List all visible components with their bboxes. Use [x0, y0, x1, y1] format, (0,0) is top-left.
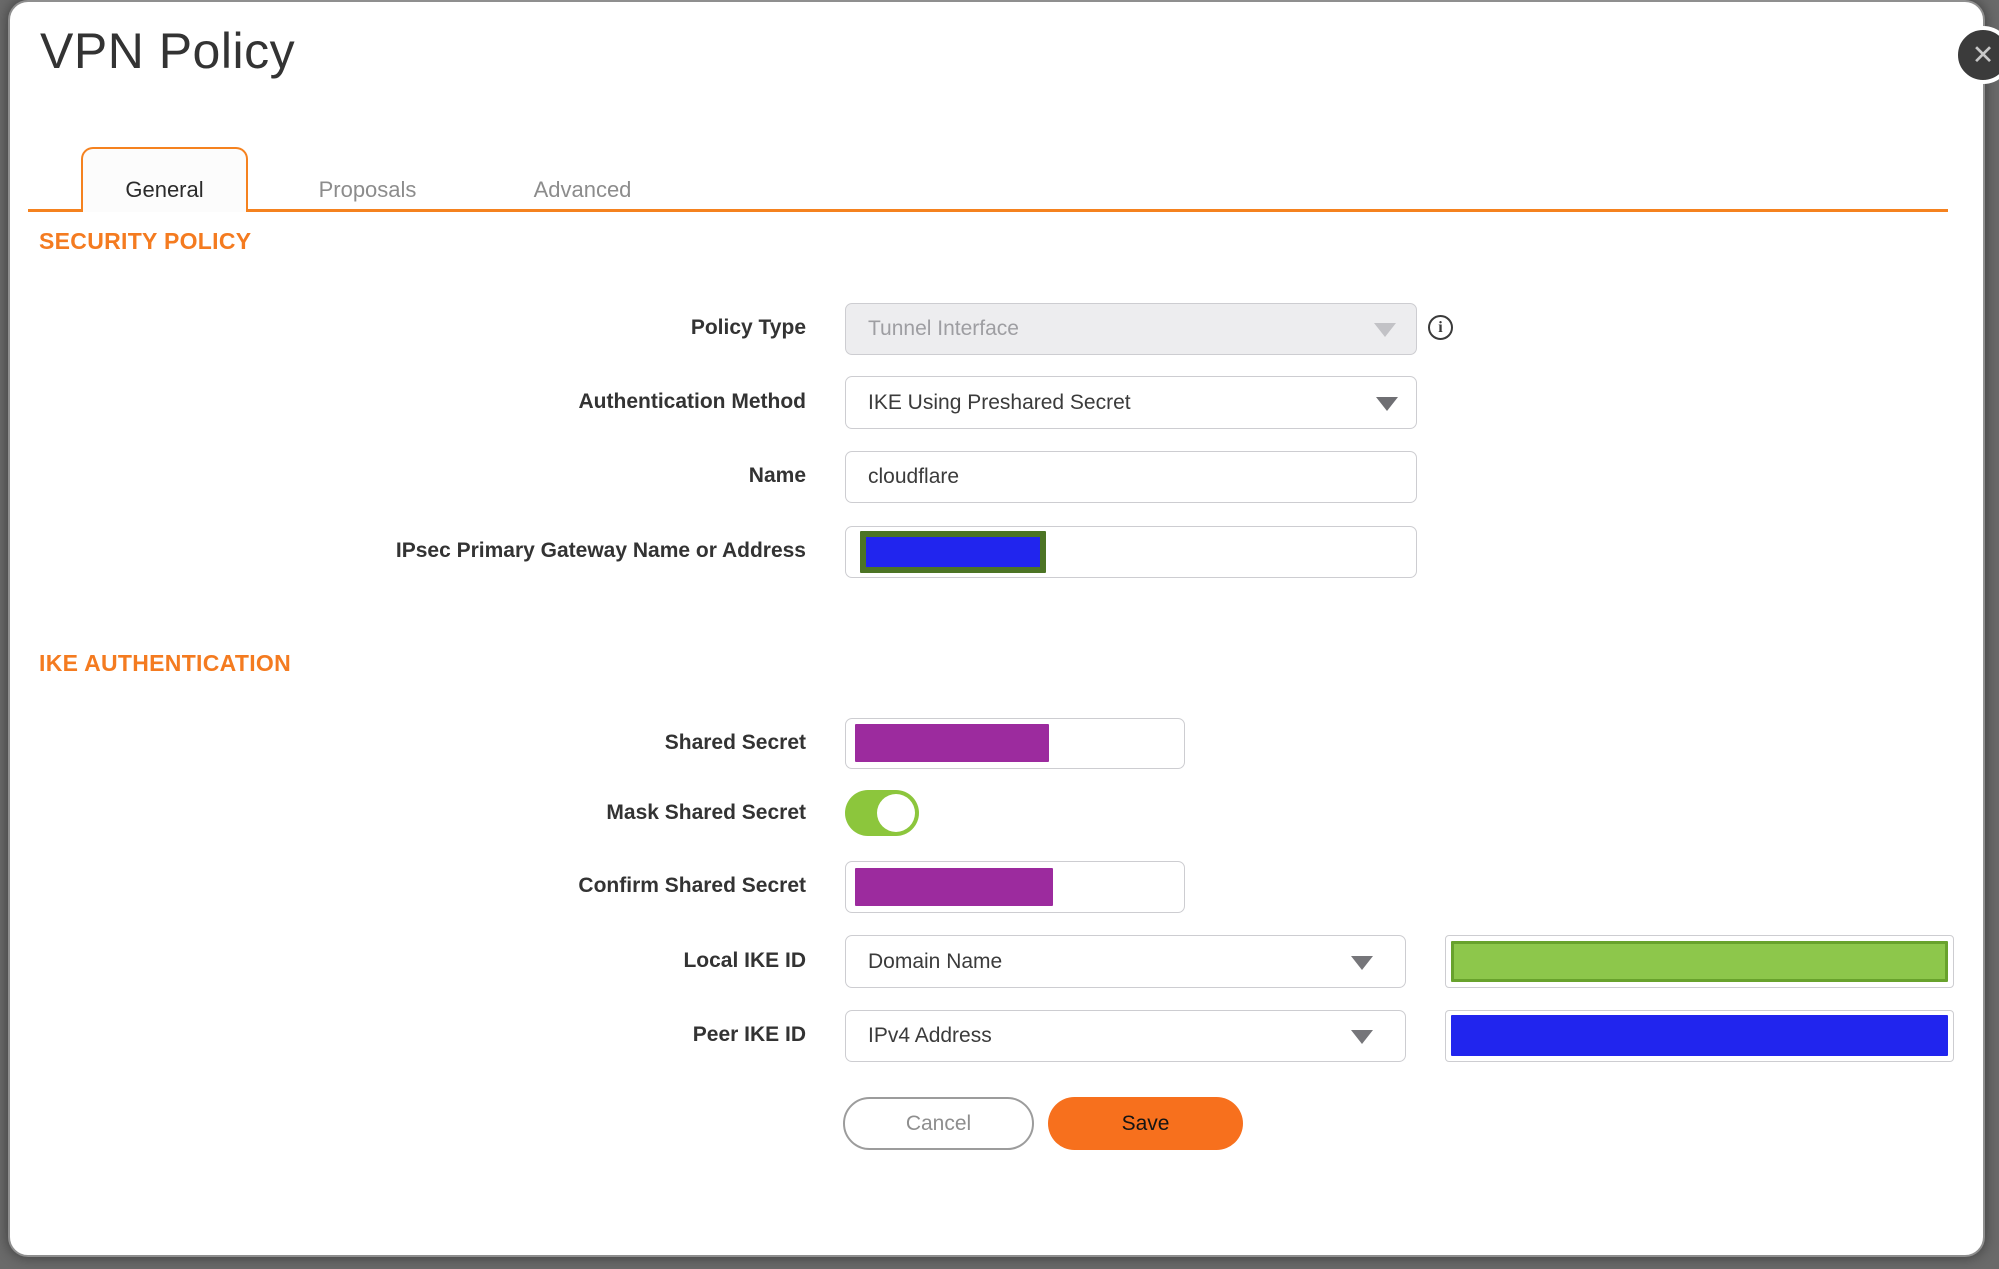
toggle-knob [877, 794, 915, 832]
info-icon[interactable]: i [1428, 315, 1453, 340]
save-button-label: Save [1121, 1111, 1170, 1135]
section-heading-security-policy: SECURITY POLICY [39, 228, 252, 254]
tab-advanced[interactable]: Advanced [499, 147, 666, 212]
name-input[interactable]: cloudflare [845, 451, 1417, 503]
mask-shared-secret-label: Mask Shared Secret [606, 801, 806, 824]
gateway-label: IPsec Primary Gateway Name or Address [395, 539, 806, 562]
cancel-button-label: Cancel [905, 1111, 972, 1135]
policy-type-label: Policy Type [690, 316, 806, 339]
gateway-redaction-box [860, 531, 1046, 573]
close-icon: ✕ [1971, 39, 1995, 70]
policy-type-select: Tunnel Interface [845, 303, 1417, 355]
confirm-shared-secret-label: Confirm Shared Secret [578, 874, 806, 897]
chevron-down-icon [1376, 397, 1398, 411]
tab-proposals[interactable]: Proposals [284, 147, 451, 212]
authentication-method-select[interactable]: IKE Using Preshared Secret [845, 376, 1417, 429]
save-button[interactable]: Save [1048, 1097, 1243, 1150]
local-ike-id-type: Domain Name [868, 949, 1003, 973]
confirm-shared-secret-redaction-box [855, 868, 1053, 906]
name-value: cloudflare [868, 465, 960, 488]
authentication-method-value: IKE Using Preshared Secret [868, 390, 1131, 414]
tab-general[interactable]: General [81, 147, 248, 212]
shared-secret-label: Shared Secret [664, 731, 806, 754]
tab-advanced-label: Advanced [533, 177, 632, 202]
local-ike-id-redaction-box [1451, 941, 1948, 982]
local-ike-id-select[interactable]: Domain Name [845, 935, 1406, 988]
page-title: VPN Policy [40, 23, 296, 79]
local-ike-id-label: Local IKE ID [683, 949, 806, 972]
tab-general-label: General [125, 177, 204, 202]
name-label: Name [748, 464, 806, 487]
peer-ike-id-redaction-box [1451, 1015, 1948, 1056]
vpn-policy-dialog: VPN Policy ✕ General Proposals Advanced … [0, 0, 1999, 1269]
authentication-method-label: Authentication Method [578, 390, 806, 413]
shared-secret-redaction-box [855, 724, 1049, 762]
chevron-down-icon [1351, 1030, 1373, 1044]
info-icon-glyph: i [1438, 318, 1443, 336]
peer-ike-id-label: Peer IKE ID [692, 1023, 806, 1046]
chevron-down-icon [1374, 323, 1396, 337]
policy-type-value: Tunnel Interface [868, 317, 1019, 340]
cancel-button[interactable]: Cancel [843, 1097, 1034, 1150]
chevron-down-icon [1351, 956, 1373, 970]
peer-ike-id-select[interactable]: IPv4 Address [845, 1010, 1406, 1062]
tab-proposals-label: Proposals [318, 177, 417, 202]
section-heading-ike-authentication: IKE AUTHENTICATION [39, 650, 291, 676]
mask-shared-secret-toggle[interactable] [845, 790, 919, 836]
peer-ike-id-type: IPv4 Address [868, 1024, 992, 1047]
